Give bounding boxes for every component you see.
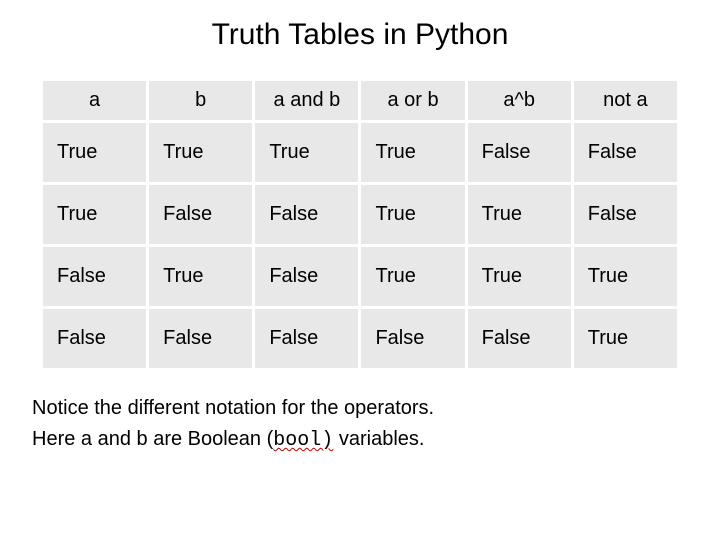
- table-row: True True True True False False: [43, 123, 677, 182]
- table-row: True False False True True False: [43, 185, 677, 244]
- col-b: b: [149, 81, 252, 120]
- table-row: False False False False False True: [43, 309, 677, 368]
- col-a: a: [43, 81, 146, 120]
- cell: False: [255, 309, 358, 368]
- cell: False: [468, 309, 571, 368]
- cell: False: [149, 185, 252, 244]
- cell: True: [43, 123, 146, 182]
- cell: False: [361, 309, 464, 368]
- cell: False: [574, 185, 677, 244]
- cell: True: [468, 185, 571, 244]
- col-xor: a^b: [468, 81, 571, 120]
- cell: False: [43, 247, 146, 306]
- col-and: a and b: [255, 81, 358, 120]
- cell: True: [149, 123, 252, 182]
- caption-line-1: Notice the different notation for the op…: [32, 395, 692, 422]
- cell: True: [43, 185, 146, 244]
- page-title: Truth Tables in Python: [28, 18, 692, 52]
- cell: False: [43, 309, 146, 368]
- slide: Truth Tables in Python a b a and b a or …: [0, 0, 720, 540]
- caption-text: variables.: [333, 428, 424, 450]
- cell: True: [361, 123, 464, 182]
- cell: True: [361, 247, 464, 306]
- cell: False: [255, 185, 358, 244]
- cell: False: [574, 123, 677, 182]
- col-or: a or b: [361, 81, 464, 120]
- table-row: False True False True True True: [43, 247, 677, 306]
- cell: True: [149, 247, 252, 306]
- caption-text: Here a and b are Boolean (: [32, 428, 273, 450]
- cell: True: [574, 309, 677, 368]
- table-header-row: a b a and b a or b a^b not a: [43, 81, 677, 120]
- cell: True: [361, 185, 464, 244]
- cell: False: [468, 123, 571, 182]
- cell: True: [574, 247, 677, 306]
- caption-line-2: Here a and b are Boolean (bool) variable…: [32, 426, 692, 454]
- bool-code: bool): [273, 429, 333, 452]
- cell: False: [255, 247, 358, 306]
- col-not: not a: [574, 81, 677, 120]
- cell: False: [149, 309, 252, 368]
- truth-table: a b a and b a or b a^b not a True True T…: [40, 78, 680, 371]
- cell: True: [468, 247, 571, 306]
- cell: True: [255, 123, 358, 182]
